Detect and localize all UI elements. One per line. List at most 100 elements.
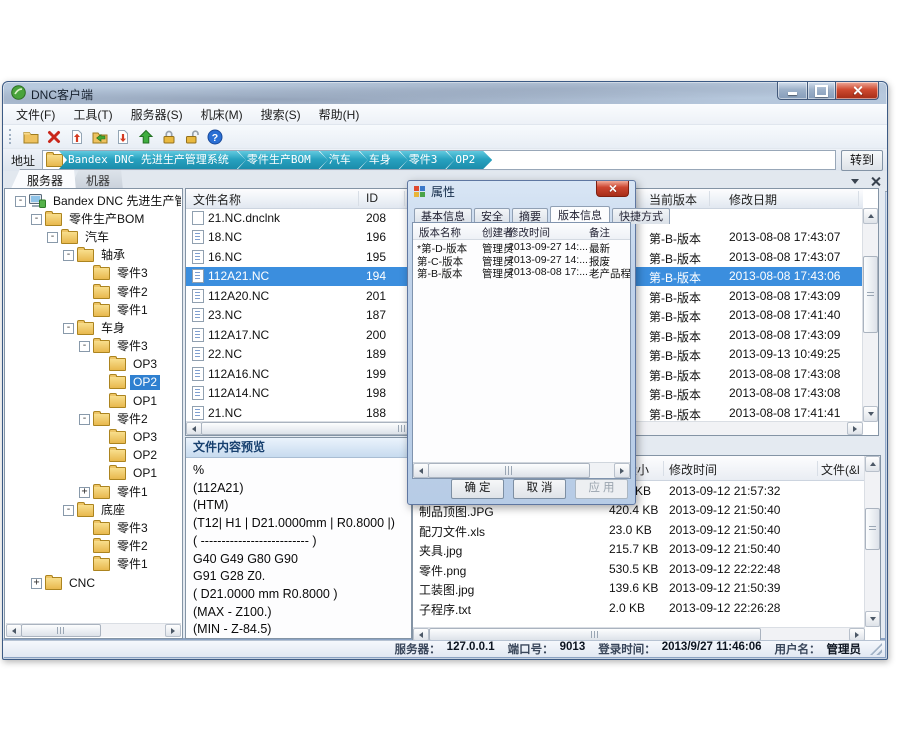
help-icon[interactable]: ? [206,128,224,146]
tree-expand-toggle[interactable]: - [79,414,90,425]
scroll-left-icon[interactable] [413,463,429,478]
go-button[interactable]: 转到 [841,150,883,171]
breadcrumb-item[interactable]: 零件生产BOM [238,151,328,169]
scroll-down-icon[interactable] [865,611,880,627]
tree-item[interactable]: - 轴承 [7,247,181,265]
tree-item[interactable]: - Bandex DNC 先进生产管理系统 [7,192,181,210]
checkout-file-icon[interactable] [114,128,132,146]
tree-expand-toggle[interactable] [95,468,106,479]
version-row[interactable]: 第-B-版本 管理员 2013-08-08 17:... 老产品程序 [413,266,630,279]
column-header-modified-time[interactable]: 修改时间 [508,225,550,240]
tree-item[interactable]: OP2 [7,374,181,392]
tree-item[interactable]: OP1 [7,465,181,483]
dialog-close-button[interactable] [596,181,629,197]
upload-arrow-icon[interactable] [137,128,155,146]
scrollbar-thumb[interactable] [863,256,878,333]
tree-item[interactable]: - 车身 [7,319,181,337]
titlebar[interactable]: DNC客户端 [3,82,887,104]
tree-item[interactable]: OP3 [7,356,181,374]
attachments-horizontal-scrollbar[interactable] [413,627,865,641]
attachment-row[interactable]: 子程序.txt 2.0 KB 2013-09-12 22:26:28 [413,599,865,619]
menu-item[interactable]: 搜索(S) [252,104,310,125]
open-folder-icon[interactable] [91,128,109,146]
dialog-tab[interactable]: 版本信息 [550,206,610,222]
column-header-file[interactable]: 文件(&l [821,461,860,478]
chevron-down-icon[interactable] [851,179,859,188]
tree-item[interactable]: 零件1 [7,301,181,319]
tree-item[interactable]: OP3 [7,428,181,446]
tree-expand-toggle[interactable]: - [15,196,26,207]
cancel-button[interactable]: 取消 [513,479,566,499]
menu-item[interactable]: 文件(F) [7,104,64,125]
scroll-right-icon[interactable] [614,463,630,478]
close-pane-icon[interactable] [871,177,880,186]
file-list-vertical-scrollbar[interactable] [862,208,878,422]
lock-icon[interactable] [160,128,178,146]
menu-item[interactable]: 服务器(S) [122,104,192,125]
tree-item[interactable]: 零件3 [7,519,181,537]
column-header-version-name[interactable]: 版本名称 [419,225,461,240]
breadcrumb-item[interactable]: Bandex DNC 先进生产管理系统 [59,151,246,169]
tree-expand-toggle[interactable] [79,559,90,570]
close-button[interactable] [835,82,879,100]
tree-item[interactable]: + 零件1 [7,483,181,501]
tree-expand-toggle[interactable] [79,305,90,316]
tree-expand-toggle[interactable]: - [47,232,58,243]
delete-icon[interactable] [45,128,63,146]
attachment-row[interactable]: 配刀文件.xls 23.0 KB 2013-09-12 21:50:40 [413,520,865,540]
scroll-up-icon[interactable] [863,208,878,224]
ok-button[interactable]: 确定 [451,479,504,499]
tree-item[interactable]: - 零件2 [7,410,181,428]
menu-item[interactable]: 帮助(H) [310,104,369,125]
column-header-id[interactable]: ID [366,191,378,205]
tree-expand-toggle[interactable]: - [63,505,74,516]
scrollbar-thumb[interactable] [865,508,880,550]
scroll-left-icon[interactable] [6,624,22,637]
tree-expand-toggle[interactable] [79,541,90,552]
column-header-modified[interactable]: 修改时间 [669,461,717,478]
dialog-horizontal-scrollbar[interactable] [413,462,630,478]
scroll-up-icon[interactable] [865,456,880,472]
attachment-row[interactable]: 夹具.jpg 215.7 KB 2013-09-12 21:50:40 [413,540,865,560]
menu-item[interactable]: 工具(T) [64,104,121,125]
tree-horizontal-scrollbar[interactable] [6,623,181,637]
attachment-row[interactable]: 工装图.jpg 139.6 KB 2013-09-12 21:50:39 [413,579,865,599]
tree-item[interactable]: + CNC [7,574,181,592]
tree-expand-toggle[interactable] [95,396,106,407]
version-row[interactable]: 第-C-版本 管理员 2013-09-27 14:... 报废 [413,254,630,267]
column-header-version[interactable]: 当前版本 [649,191,697,208]
column-header-note[interactable]: 备注 [589,225,610,240]
tree-item[interactable]: 零件2 [7,283,181,301]
tree-item[interactable]: - 零件生产BOM [7,210,181,228]
address-input[interactable]: Bandex DNC 先进生产管理系统零件生产BOM汽车车身零件3OP2 [42,150,836,170]
column-header-name[interactable]: 文件名称 [193,191,241,208]
tree-item[interactable]: - 汽车 [7,228,181,246]
scrollbar-thumb[interactable] [428,463,590,478]
tree-item[interactable]: OP1 [7,392,181,410]
dialog-titlebar[interactable]: 属性 [408,181,635,202]
tree-expand-toggle[interactable] [79,523,90,534]
minimize-button[interactable] [777,82,808,100]
tree-expand-toggle[interactable]: - [63,323,74,334]
attachments-vertical-scrollbar[interactable] [864,456,880,627]
scroll-right-icon[interactable] [847,422,863,435]
tree-expand-toggle[interactable]: - [79,341,90,352]
checkin-file-icon[interactable] [68,128,86,146]
tree-expand-toggle[interactable]: - [63,250,74,261]
scroll-right-icon[interactable] [165,624,181,637]
tree-item[interactable]: - 零件3 [7,338,181,356]
tree-expand-toggle[interactable] [95,432,106,443]
tree-expand-toggle[interactable] [79,287,90,298]
tree-item[interactable]: 零件3 [7,265,181,283]
tree-expand-toggle[interactable] [95,359,106,370]
resize-grip[interactable] [870,643,882,655]
tree-expand-toggle[interactable] [79,268,90,279]
tree-expand-toggle[interactable] [95,377,106,388]
tree-item[interactable]: 零件2 [7,538,181,556]
attachment-row[interactable]: 零件.png 530.5 KB 2013-09-12 22:22:48 [413,559,865,579]
version-row[interactable]: *第-D-版本 管理员 2013-09-27 14:... 最新 [413,241,630,254]
breadcrumb-item[interactable]: 零件3 [400,151,455,169]
column-header-date[interactable]: 修改日期 [729,191,777,208]
tree-item[interactable]: OP2 [7,447,181,465]
tree-expand-toggle[interactable]: + [31,578,42,589]
